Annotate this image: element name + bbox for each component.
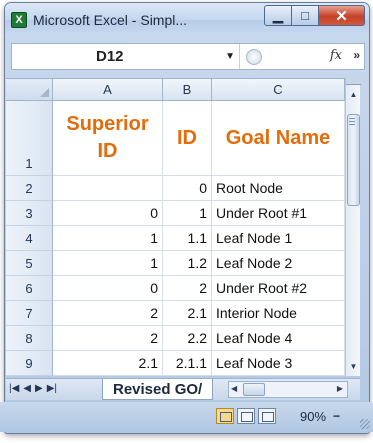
cell-c[interactable]: Under Root #2 <box>212 276 345 301</box>
cell-a[interactable]: 2 <box>53 301 163 326</box>
sheet-nav: |◀ ◀ ▶ ▶| <box>9 383 57 394</box>
column-header-c[interactable]: C <box>212 79 345 101</box>
row-header[interactable]: 1 <box>6 101 53 176</box>
prev-sheet-icon[interactable]: ◀ <box>23 383 31 394</box>
row-header[interactable]: 3 <box>6 201 53 226</box>
cell-c[interactable]: Root Node <box>212 176 345 201</box>
cell-b[interactable]: 1 <box>163 201 212 226</box>
scroll-up-icon[interactable]: ▲ <box>346 86 361 102</box>
vertical-scroll-thumb[interactable] <box>347 114 360 206</box>
row-header[interactable]: 9 <box>6 351 53 376</box>
cell-c[interactable]: Leaf Node 1 <box>212 226 345 251</box>
resize-grip-icon[interactable] <box>360 419 370 429</box>
maximize-button[interactable]: □ <box>292 5 319 26</box>
cell-b[interactable]: 1.2 <box>163 251 212 276</box>
formula-input[interactable]: fx » <box>240 44 364 69</box>
header-cell-b[interactable]: ID <box>163 101 212 176</box>
cell-a[interactable]: 1 <box>53 226 163 251</box>
split-handle[interactable] <box>346 78 361 85</box>
view-switcher <box>216 408 276 424</box>
row-header[interactable]: 5 <box>6 251 53 276</box>
horizontal-scrollbar[interactable]: ◀ ▶ <box>228 381 348 398</box>
cell-a[interactable]: 0 <box>53 276 163 301</box>
cell-c[interactable]: Under Root #1 <box>212 201 345 226</box>
title-bar: X Microsoft Excel - Simpl... ▁ □ ✕ <box>5 3 369 37</box>
cell-a[interactable] <box>53 176 163 201</box>
scroll-down-icon[interactable]: ▼ <box>346 358 361 374</box>
name-box[interactable]: D12 ▼ <box>12 44 240 69</box>
column-header-a[interactable]: A <box>53 79 163 101</box>
row-header[interactable]: 2 <box>6 176 53 201</box>
cell-a[interactable]: 1 <box>53 251 163 276</box>
row-header[interactable]: 4 <box>6 226 53 251</box>
header-cell-a[interactable]: Superior ID <box>53 101 163 176</box>
vertical-scrollbar[interactable]: ▲ ▼ <box>345 78 361 376</box>
page-layout-view-icon[interactable] <box>237 408 255 424</box>
row-header[interactable]: 7 <box>6 301 53 326</box>
cell-c[interactable]: Leaf Node 2 <box>212 251 345 276</box>
window-title: Microsoft Excel - Simpl... <box>33 12 188 28</box>
scroll-right-icon[interactable]: ▶ <box>337 384 343 393</box>
row-header[interactable]: 6 <box>6 276 53 301</box>
excel-app-icon[interactable]: X <box>11 12 27 28</box>
cell-b[interactable]: 2 <box>163 276 212 301</box>
grip-icon <box>349 118 355 126</box>
zoom-level[interactable]: 90% <box>300 409 326 424</box>
formula-circle-icon <box>246 49 262 65</box>
minimize-button[interactable]: ▁ <box>264 5 292 26</box>
cell-b[interactable]: 2.1.1 <box>163 351 212 376</box>
cell-c[interactable]: Leaf Node 3 <box>212 351 345 376</box>
cell-b[interactable]: 2.1 <box>163 301 212 326</box>
normal-view-icon[interactable] <box>216 408 234 424</box>
scroll-left-icon[interactable]: ◀ <box>231 384 237 393</box>
sheet-tab-bar: |◀ ◀ ▶ ▶| Revised GO/ ◀ ▶ <box>6 378 360 400</box>
insert-function-icon[interactable]: fx <box>330 48 342 63</box>
cell-c[interactable]: Leaf Node 4 <box>212 326 345 351</box>
column-header-b[interactable]: B <box>163 79 212 101</box>
cell-a[interactable]: 2.1 <box>53 351 163 376</box>
cell-a[interactable]: 0 <box>53 201 163 226</box>
status-bar: 90% − <box>0 402 373 432</box>
row-header[interactable]: 8 <box>6 326 53 351</box>
formula-bar: D12 ▼ fx » <box>11 43 365 70</box>
sheet-tab-revised[interactable]: Revised GO/ <box>102 379 214 400</box>
cell-b[interactable]: 2.2 <box>163 326 212 351</box>
cell-c[interactable]: Interior Node <box>212 301 345 326</box>
cell-b[interactable]: 0 <box>163 176 212 201</box>
name-box-value: D12 <box>96 48 124 65</box>
header-cell-c[interactable]: Goal Name <box>212 101 345 176</box>
cell-a[interactable]: 2 <box>53 326 163 351</box>
window-controls: ▁ □ ✕ <box>264 5 365 27</box>
close-button[interactable]: ✕ <box>319 5 365 26</box>
chevron-down-icon[interactable]: ▼ <box>225 51 235 62</box>
last-sheet-icon[interactable]: ▶| <box>47 383 57 394</box>
horizontal-scroll-thumb[interactable] <box>243 383 265 396</box>
next-sheet-icon[interactable]: ▶ <box>35 383 43 394</box>
page-break-view-icon[interactable] <box>258 408 276 424</box>
expand-formula-icon[interactable]: » <box>353 48 360 62</box>
first-sheet-icon[interactable]: |◀ <box>9 383 19 394</box>
cell-b[interactable]: 1.1 <box>163 226 212 251</box>
spreadsheet-grid[interactable]: A B C 1 Superior ID ID Goal Name 2 0 Root Node 3 0 1… <box>6 78 345 376</box>
select-all-corner[interactable] <box>6 79 53 101</box>
zoom-out-icon[interactable]: − <box>333 409 340 423</box>
